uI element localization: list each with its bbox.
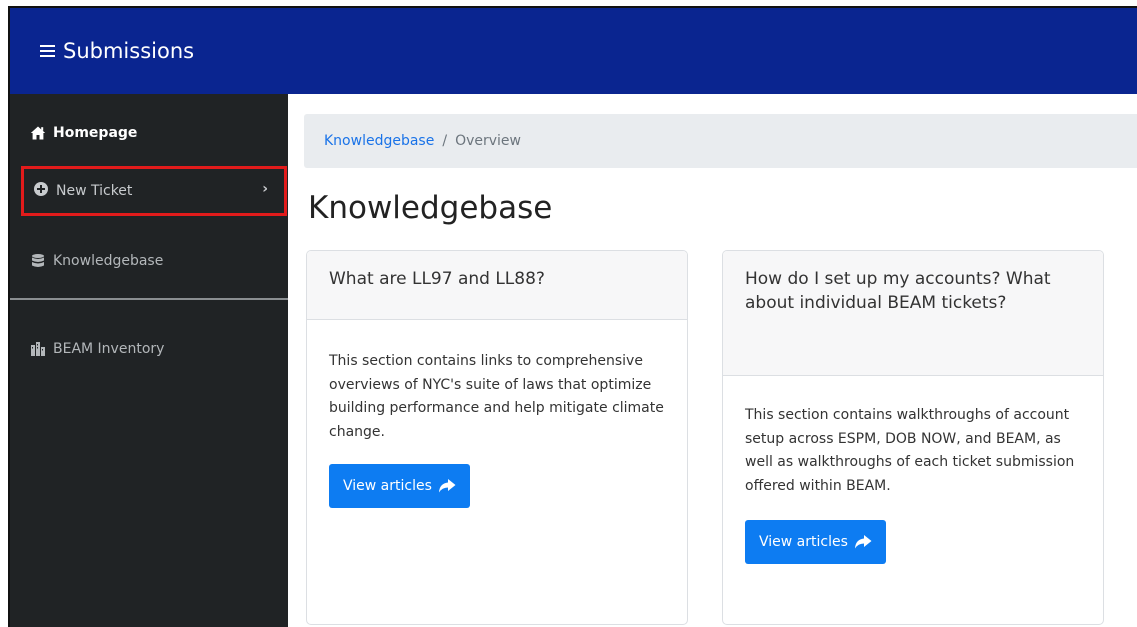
home-icon xyxy=(30,125,46,141)
card-description: This section contains walkthroughs of ac… xyxy=(745,407,1075,494)
sidebar-item-new-ticket[interactable]: New Ticket › xyxy=(21,166,287,216)
card-account-setup: How do I set up my accounts? What about … xyxy=(722,250,1104,625)
breadcrumb-separator: / xyxy=(442,133,448,149)
card-body: This section contains links to comprehen… xyxy=(307,350,687,508)
button-label: View articles xyxy=(759,534,848,550)
sidebar-item-homepage[interactable]: Homepage xyxy=(30,121,137,145)
sidebar-divider xyxy=(10,298,288,300)
sidebar-toggle[interactable]: Submissions xyxy=(40,39,194,63)
plus-circle-icon xyxy=(33,181,49,201)
view-articles-button[interactable]: View articles xyxy=(745,520,886,564)
sidebar-item-beam-inventory[interactable]: BEAM Inventory xyxy=(30,337,164,361)
app-title: Submissions xyxy=(63,39,195,63)
sidebar-item-knowledgebase[interactable]: Knowledgebase xyxy=(30,249,163,273)
app-window: Submissions Homepage New Ticket › Knowle… xyxy=(8,6,1137,627)
card-header: How do I set up my accounts? What about … xyxy=(723,251,1103,376)
sidebar-item-label: Knowledgebase xyxy=(53,253,164,269)
sidebar-item-label: BEAM Inventory xyxy=(53,341,165,357)
buildings-icon xyxy=(30,341,46,357)
share-arrow-icon xyxy=(438,479,456,493)
card-body: This section contains walkthroughs of ac… xyxy=(723,404,1103,564)
page-title: Knowledgebase xyxy=(308,190,553,226)
card-ll97-ll88: What are LL97 and LL88? This section con… xyxy=(306,250,688,625)
main-content: Knowledgebase / Overview Knowledgebase W… xyxy=(288,94,1137,627)
card-header: What are LL97 and LL88? xyxy=(307,251,687,320)
breadcrumb: Knowledgebase / Overview xyxy=(304,114,1137,168)
breadcrumb-link-knowledgebase[interactable]: Knowledgebase xyxy=(324,133,434,149)
sidebar: Homepage New Ticket › Knowledgebase BEAM… xyxy=(10,94,288,627)
breadcrumb-current: Overview xyxy=(455,133,521,149)
hamburger-icon[interactable] xyxy=(40,42,55,60)
database-icon xyxy=(30,253,46,269)
sidebar-item-label: Homepage xyxy=(53,125,138,141)
chevron-right-icon: › xyxy=(262,181,268,197)
view-articles-button[interactable]: View articles xyxy=(329,464,470,508)
share-arrow-icon xyxy=(854,535,872,549)
top-navbar: Submissions xyxy=(10,8,1137,94)
sidebar-item-label: New Ticket xyxy=(56,183,133,199)
card-description: This section contains links to comprehen… xyxy=(329,353,664,440)
button-label: View articles xyxy=(343,478,432,494)
